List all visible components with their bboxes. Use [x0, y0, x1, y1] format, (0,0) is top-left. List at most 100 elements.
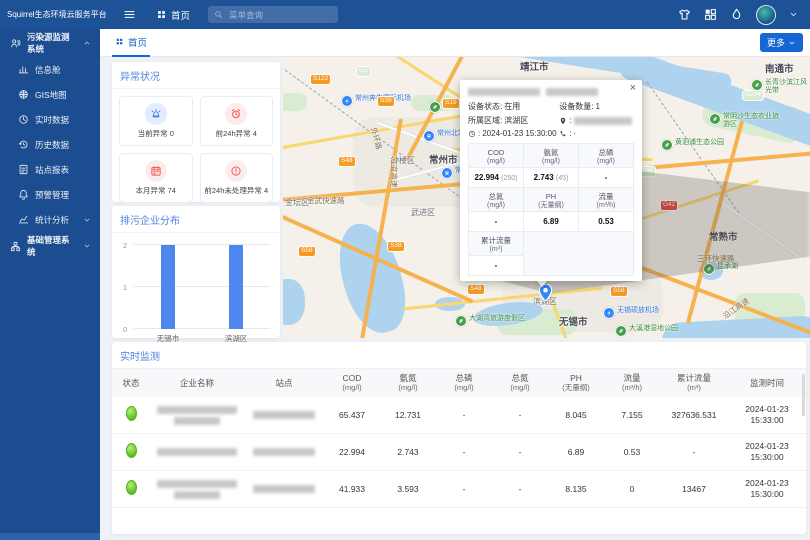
monitor-row[interactable]: 22.9942.743--6.890.53-2024-01-23 15:30:0… — [112, 434, 806, 471]
map-poi[interactable]: 黄泗浦生态公园 — [661, 139, 724, 151]
decor: 0.53 — [598, 217, 614, 226]
info-hub-icon — [18, 64, 29, 75]
decor — [158, 11, 165, 18]
sidebar-item-8[interactable]: 统计分析 — [0, 207, 100, 232]
decor — [220, 16, 222, 18]
sidebar-item-2[interactable]: 信息舱 — [0, 57, 100, 82]
decor: COD(mg/l) — [469, 144, 524, 168]
decor: (250) — [501, 175, 517, 182]
sidebar-item-5[interactable]: 历史数据 — [0, 132, 100, 157]
avatar[interactable] — [756, 5, 776, 25]
map[interactable]: 靖江市南通市常州市常熟市无锡市钟楼区武进区金坛区滨湖区金武快速路三环快速路沿江高… — [283, 57, 810, 338]
sidebar-item-6[interactable]: 站点报表 — [0, 157, 100, 182]
road-shield: S58 — [299, 247, 315, 256]
abnormal-stat-本月异常[interactable]: 本月异常 74 — [119, 153, 193, 203]
column-header-氨氮: 氨氮(mg/l) — [380, 369, 436, 397]
map-poi-label: 长青沙滨江风光带 — [765, 79, 810, 95]
decor: - — [495, 217, 498, 226]
decor: COD(mg/l) 氨氮(mg/l) 总磷(mg/l) 22.994 (250)… — [469, 144, 634, 276]
chart-gridline: 2 — [134, 244, 270, 245]
decor — [789, 10, 798, 19]
decor: - — [469, 212, 524, 232]
decor — [24, 143, 25, 145]
status-green-dot — [126, 480, 137, 495]
decor — [562, 119, 564, 121]
decor: 站点 — [275, 378, 292, 388]
sidebar-item-7[interactable]: 预警管理 — [0, 182, 100, 207]
value-cell: 7.155 — [604, 397, 660, 434]
decor: (m³/h) — [605, 383, 659, 393]
decor: : — [559, 115, 634, 126]
redacted-text — [253, 448, 315, 456]
map-poi[interactable]: 常州北站 — [423, 130, 465, 142]
search-input[interactable] — [227, 9, 332, 21]
decor: 流量(m³/h) — [579, 188, 634, 212]
decor — [754, 82, 760, 88]
road-shield: S122 — [311, 75, 330, 84]
decor: 总氮 — [469, 190, 523, 201]
map-district-label: 武进区 — [411, 207, 435, 218]
bar-chart: 012无锡市滨湖区 — [134, 245, 270, 329]
alarm-clock-icon — [225, 103, 247, 125]
screens-icon[interactable] — [704, 8, 717, 21]
decor — [20, 190, 28, 197]
menu-search[interactable] — [208, 6, 338, 23]
decor — [150, 165, 162, 177]
map-poi[interactable]: 大溪港湿地公园 — [615, 325, 678, 337]
decor — [561, 117, 566, 124]
column-header-站点: 站点 — [244, 369, 324, 397]
abnormal-stat-前24h未处理异常[interactable]: 前24h未处理异常 4 — [200, 153, 274, 203]
abnormal-stat-前24h异常[interactable]: 前24h异常 4 — [200, 96, 274, 146]
tab-home[interactable]: 首页 — [112, 29, 150, 57]
decor: 65.43712.731--8.0457.155327636.5312024-0… — [112, 397, 806, 508]
status-green-dot — [126, 406, 137, 421]
decor — [428, 138, 431, 139]
sidebar-item-1[interactable]: 污染源监测系统 — [0, 29, 100, 57]
breadcrumb-label: 首页 — [171, 8, 190, 22]
flame-icon[interactable] — [730, 8, 743, 21]
decor: - 6.89 0.53 — [469, 212, 634, 232]
y-tick-label: 2 — [123, 241, 127, 250]
decor: (mg/l) — [381, 383, 435, 393]
decor: 22.994 (250) — [469, 168, 524, 188]
breadcrumb[interactable]: 首页 — [156, 8, 190, 22]
road-shield: S19 — [443, 99, 459, 108]
sidebar-item-label: 信息舱 — [35, 64, 61, 76]
decor — [458, 318, 464, 324]
sidebar-item-9[interactable]: 基础管理系统 — [0, 232, 100, 260]
enterprise-name-redacted — [150, 434, 244, 471]
more-button[interactable]: 更多 — [760, 33, 803, 52]
decor — [18, 139, 29, 150]
menu-icon[interactable] — [123, 8, 136, 21]
location-icon — [559, 117, 567, 125]
close-icon[interactable]: × — [630, 82, 636, 94]
decor — [524, 232, 634, 276]
decor: (mg/l) — [325, 383, 379, 393]
site-name-redacted — [244, 434, 324, 471]
decor — [546, 88, 598, 96]
decor — [152, 168, 160, 176]
map-pin-icon[interactable] — [539, 284, 552, 306]
decor — [704, 8, 717, 21]
map-poi[interactable]: 常州奔牛国际机场 — [341, 95, 411, 107]
sidebar-item-label: 预警管理 — [35, 189, 69, 201]
map-poi[interactable]: 常阴沙生态农业旅游区 — [709, 113, 783, 129]
theme-shirt-icon[interactable] — [678, 8, 691, 21]
chevron-down-icon[interactable] — [789, 10, 798, 19]
map-poi[interactable]: 无锡硕放机场 — [603, 307, 659, 319]
sidebar-collapse[interactable] — [0, 533, 100, 540]
decor: - — [495, 261, 498, 270]
map-poi[interactable]: 大湖湾旅游度假区 — [455, 315, 525, 327]
monitor-row[interactable]: 65.43712.731--8.0457.155327636.5312024-0… — [112, 397, 806, 434]
column-header-状态: 状态 — [112, 369, 150, 397]
monitor-row[interactable]: 41.9333.593--8.1350134672024-01-23 15:30… — [112, 471, 806, 508]
sidebar-item-3[interactable]: GIS地图 — [0, 82, 100, 107]
decor: 污染源监测系统信息舱 GIS地图实时数据历史数据站点报表预警管理统计分析基础管理系… — [0, 29, 100, 260]
leaf-icon — [455, 315, 467, 327]
sidebar-item-4[interactable]: 实时数据 — [0, 107, 100, 132]
abnormal-stat-当前异常[interactable]: 当前异常 0 — [119, 96, 193, 146]
scrollbar[interactable] — [802, 374, 805, 416]
decor: COD — [469, 146, 523, 157]
road-shield: G2 — [357, 67, 370, 76]
decor — [344, 98, 350, 104]
